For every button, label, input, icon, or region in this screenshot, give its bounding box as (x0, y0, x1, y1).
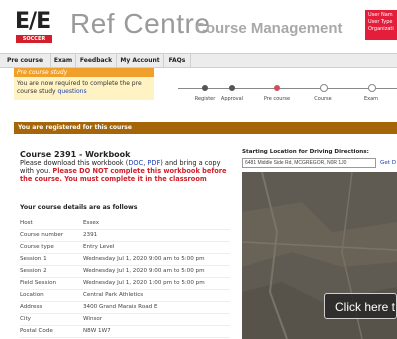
detail-key: Session 2 (20, 268, 47, 274)
table-row: Course number 2391 (20, 230, 230, 242)
notice-text: You are now required to complete the pre… (17, 80, 152, 96)
tab-my-account[interactable]: My Account (117, 54, 164, 67)
details-heading: Your course details are as follows (20, 204, 138, 211)
directions-label: Starting Location for Driving Directions… (242, 149, 369, 155)
table-row: Postal Code N8W 1W7 (20, 326, 230, 338)
get-directions-link[interactable]: Get D (380, 160, 396, 166)
step-exam-dot (368, 84, 376, 92)
detail-key: Host (20, 220, 33, 226)
logo-subtitle: SOCCER (16, 35, 52, 43)
step-pre-course-label: Pre course (263, 96, 291, 102)
step-register-dot (202, 85, 208, 91)
site-title: Ref Centre (70, 8, 211, 39)
detail-value: Winsor (83, 316, 103, 322)
table-row: Field Session Wednesday Jul 1, 2020 1:00 … (20, 278, 230, 290)
detail-value: 3400 Grand Marais Road E (83, 304, 158, 310)
tab-faqs[interactable]: FAQs (164, 54, 191, 67)
detail-key: City (20, 316, 31, 322)
table-row: Host Essex (20, 218, 230, 230)
step-course-label: Course (314, 96, 332, 102)
step-approval-dot (229, 85, 235, 91)
detail-value: Wednesday Jul 1, 2020 9:00 am to 5:00 pm (83, 256, 205, 262)
step-pre-course-dot (274, 85, 280, 91)
questions-link[interactable]: questions (58, 88, 87, 95)
tab-feedback[interactable]: Feedback (76, 54, 117, 67)
pdf-link[interactable]: PDF (147, 159, 160, 167)
doc-link[interactable]: DOC (128, 159, 143, 167)
detail-value: Essex (83, 220, 100, 226)
site-subtitle: Course Management (195, 20, 343, 37)
registration-status-bar: You are registered for this course (14, 122, 397, 134)
detail-value: Entry Level (83, 244, 115, 250)
detail-key: Address (20, 304, 43, 310)
main-nav: Pre course study Exam Feedback My Accoun… (0, 53, 397, 77)
course-title: Course 2391 - Workbook (20, 150, 131, 159)
user-name-line: User Nam (368, 12, 393, 18)
table-row: Session 2 Wednesday Jul 1, 2020 9:00 am t… (20, 266, 230, 278)
table-row: Session 1 Wednesday Jul 1, 2020 9:00 am t… (20, 254, 230, 266)
step-exam-label: Exam (363, 96, 379, 102)
detail-key: Session 1 (20, 256, 47, 262)
step-course-dot (320, 84, 328, 92)
detail-value: 2391 (83, 232, 98, 238)
map-overlay-button[interactable]: Click here t (324, 293, 397, 319)
start-location-input[interactable] (242, 158, 376, 168)
table-row: Location Central Park Athletics (20, 290, 230, 302)
ee-logo[interactable]: E/E (15, 9, 51, 34)
table-row: City Winsor (20, 314, 230, 326)
table-row: Address 3400 Grand Marais Road E (20, 302, 230, 314)
tab-exam[interactable]: Exam (51, 54, 76, 67)
detail-value: Central Park Athletics (83, 292, 144, 298)
logo-letters: E/E (15, 9, 51, 34)
detail-key: Course type (20, 244, 54, 250)
detail-value: Wednesday Jul 1, 2020 1:00 pm to 5:00 pm (83, 280, 205, 286)
instruction-text-1: Please download this workbook ( (20, 159, 129, 167)
user-type-line: User Type (368, 19, 393, 25)
workbook-instructions: Please download this workbook (DOC, PDF)… (20, 159, 235, 183)
detail-key: Course number (20, 232, 64, 238)
tab-pre-course-study[interactable]: Pre course study (0, 54, 51, 77)
step-approval-label: Approval (220, 96, 244, 102)
user-org-line: Organizati (368, 26, 394, 32)
detail-key: Field Session (20, 280, 57, 286)
detail-value: N8W 1W7 (83, 328, 111, 334)
detail-value: Wednesday Jul 1, 2020 9:00 am to 5:00 pm (83, 268, 205, 274)
notice-heading: Pre course study (14, 68, 154, 77)
user-info-panel: User Nam User Type Organizati (365, 10, 397, 40)
detail-key: Postal Code (20, 328, 53, 334)
table-row: Course type Entry Level (20, 242, 230, 254)
steps-track (178, 88, 397, 89)
detail-key: Location (20, 292, 44, 298)
